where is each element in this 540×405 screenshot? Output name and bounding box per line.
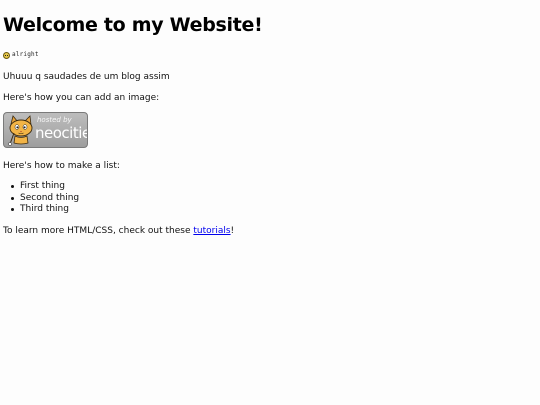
bullet-icon (11, 196, 14, 200)
image-intro-text: Here's how you can add an image: (3, 93, 160, 103)
badge-small-text: hosted by (37, 116, 72, 124)
thing-list: First thing Second thing Third thing (3, 181, 79, 216)
learn-more-prefix: To learn more HTML/CSS, check out these (3, 226, 194, 236)
intro-text: Uhuuu q saudades de um blog assim (3, 72, 170, 82)
smiley-icon (3, 51, 10, 59)
list-item-label: Second thing (20, 192, 80, 203)
bullet-icon (11, 185, 14, 188)
page: Welcome to my Website! alright Uhuuu q s… (0, 0, 540, 405)
learn-more-text: To learn more HTML/CSS, check out these … (3, 225, 234, 237)
status-line: alright (3, 50, 39, 60)
bullet-icon (11, 208, 14, 211)
learn-more-suffix: ! (230, 226, 235, 236)
list-item-label: Third thing (20, 204, 69, 214)
list-intro-text: Here's how to make a list: (3, 161, 120, 171)
status-label: alright (12, 51, 39, 58)
list-item-label: First thing (20, 181, 65, 191)
list-item: First thing (11, 181, 79, 193)
list-item: Second thing (11, 192, 80, 205)
page-title: Welcome to my Website! (3, 14, 263, 36)
tutorials-link[interactable]: tutorials (193, 226, 230, 236)
list-item: Third thing (11, 204, 79, 216)
neocities-badge[interactable]: hosted by neocities (3, 112, 88, 148)
badge-big-text: neocities (35, 124, 87, 142)
neocities-cat-icon (8, 115, 33, 146)
